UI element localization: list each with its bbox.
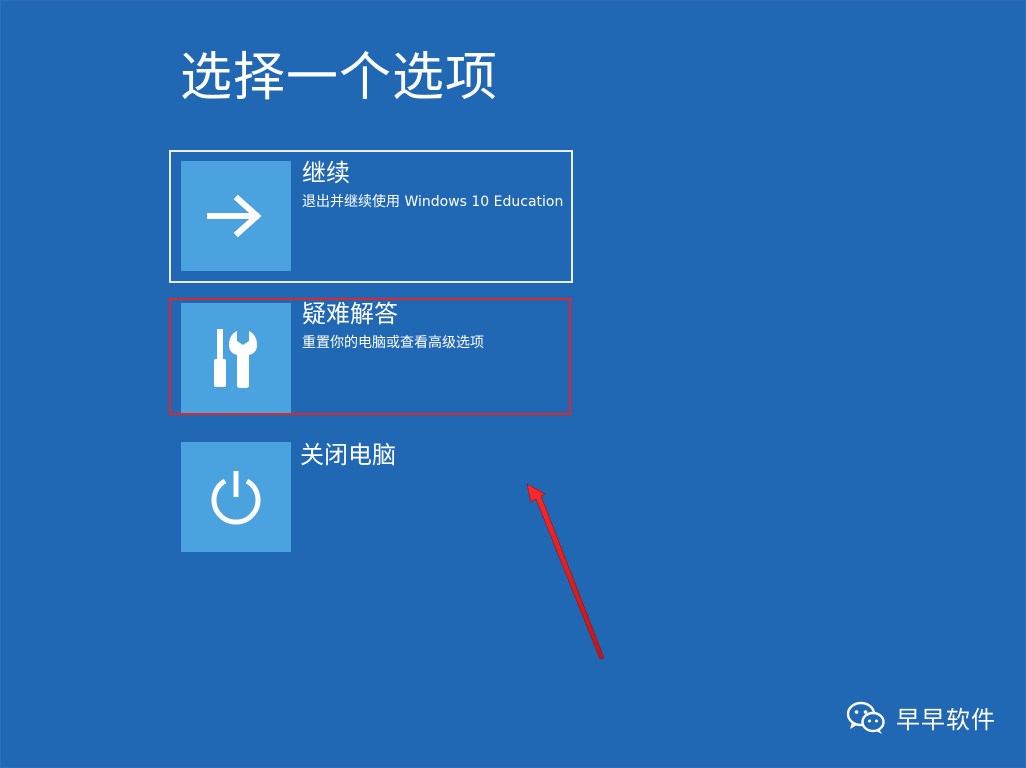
shutdown-tile <box>181 442 291 552</box>
continue-tile <box>181 161 291 271</box>
troubleshoot-label: 疑难解答 <box>302 300 398 328</box>
recovery-screen: 选择一个选项 继续 退出并继续使用 Windows 10 Education 疑… <box>0 0 1026 768</box>
watermark-text: 早早软件 <box>896 706 996 734</box>
shutdown-option[interactable]: 关闭电脑 <box>169 441 573 575</box>
continue-description: 退出并继续使用 Windows 10 Education <box>302 194 564 210</box>
power-icon <box>211 471 261 525</box>
continue-option[interactable]: 继续 退出并继续使用 Windows 10 Education <box>169 150 573 283</box>
continue-label: 继续 <box>302 159 350 187</box>
watermark: 早早软件 <box>846 700 996 735</box>
page-title: 选择一个选项 <box>180 48 499 108</box>
shutdown-label: 关闭电脑 <box>300 441 396 469</box>
tools-icon <box>214 329 257 388</box>
arrow-right-icon <box>207 194 262 238</box>
troubleshoot-option[interactable]: 疑难解答 重置你的电脑或查看高级选项 <box>169 298 571 415</box>
troubleshoot-tile <box>181 303 291 413</box>
wechat-icon <box>846 701 885 734</box>
troubleshoot-description: 重置你的电脑或查看高级选项 <box>302 335 484 351</box>
